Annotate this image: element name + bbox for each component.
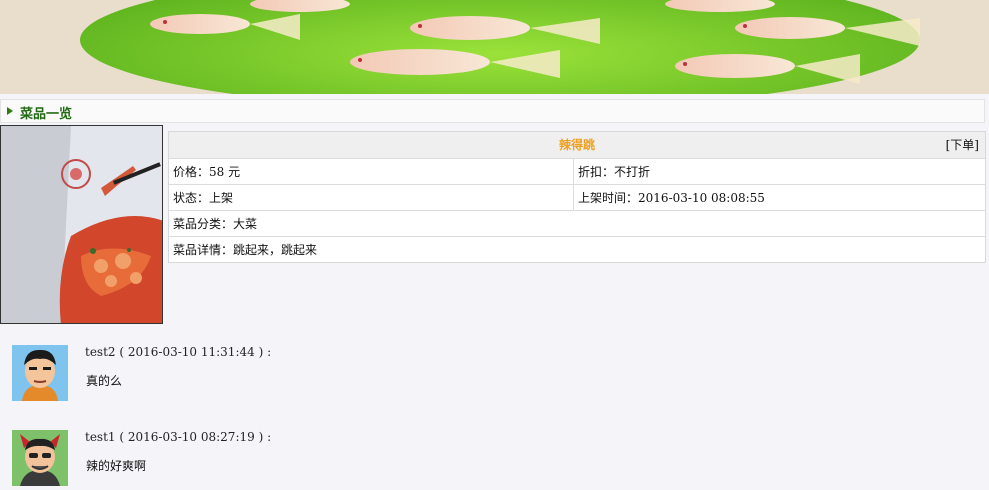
status-cell: 状态：上架 — [173, 191, 234, 205]
discount-label: 折扣 — [578, 165, 603, 179]
status-time-row: 状态：上架 上架时间：2016-03-10 08:08:55 — [169, 184, 985, 210]
detail-value: 跳起来，跳起来 — [233, 243, 318, 257]
discount-value: 不打折 — [614, 165, 651, 179]
comment-user: test1 — [85, 430, 116, 444]
dish-info-table: 辣得跳 [下单] 价格：58 元 折扣：不打折 状态：上架 上架时间：2016-… — [168, 131, 986, 263]
comment-item: test2 ( 2016-03-10 11:31:44 ) : 真的么 — [12, 345, 912, 405]
dish-title-row: 辣得跳 [下单] — [169, 132, 985, 158]
section-title: 菜品一览 — [20, 107, 73, 122]
comment-meta: test2 ( 2016-03-10 11:31:44 ) : — [85, 345, 272, 359]
comment-item: test1 ( 2016-03-10 08:27:19 ) : 辣的好爽啊 — [12, 430, 912, 490]
category-value: 大菜 — [233, 217, 258, 231]
listed-time-value: 2016-03-10 08:08:55 — [638, 191, 765, 205]
price-cell: 价格：58 元 — [173, 165, 241, 179]
triangle-right-icon — [7, 107, 13, 115]
status-value: 上架 — [209, 191, 234, 205]
comment-text: 辣的好爽啊 — [86, 459, 147, 473]
category-cell: 菜品分类：大菜 — [173, 217, 258, 231]
comment-text: 真的么 — [86, 374, 123, 388]
comment-time: 2016-03-10 08:27:19 — [127, 430, 255, 444]
category-label: 菜品分类 — [173, 217, 222, 231]
detail-row: 菜品详情：跳起来，跳起来 — [169, 236, 985, 262]
comment-time: 2016-03-10 11:31:44 — [127, 345, 255, 359]
section-header: 菜品一览 — [0, 99, 985, 123]
dish-name: 辣得跳 — [558, 138, 595, 152]
listed-time-cell: 上架时间：2016-03-10 08:08:55 — [573, 185, 985, 210]
order-button[interactable]: [下单] — [946, 132, 979, 158]
listed-time-label: 上架时间 — [578, 191, 627, 205]
dish-photo — [0, 125, 163, 324]
price-value: 58 元 — [209, 165, 241, 179]
category-row: 菜品分类：大菜 — [169, 210, 985, 236]
price-label: 价格 — [173, 165, 198, 179]
discount-cell: 折扣：不打折 — [573, 159, 985, 184]
comment-user: test2 — [85, 345, 116, 359]
banner-image — [0, 0, 989, 94]
detail-cell: 菜品详情：跳起来，跳起来 — [173, 243, 318, 257]
cartoon-boy-avatar-icon — [12, 345, 68, 401]
comment-meta: test1 ( 2016-03-10 08:27:19 ) : — [85, 430, 272, 444]
detail-label: 菜品详情 — [173, 243, 222, 257]
status-label: 状态 — [173, 191, 198, 205]
price-discount-row: 价格：58 元 折扣：不打折 — [169, 158, 985, 184]
cartoon-devil-avatar-icon — [12, 430, 68, 486]
